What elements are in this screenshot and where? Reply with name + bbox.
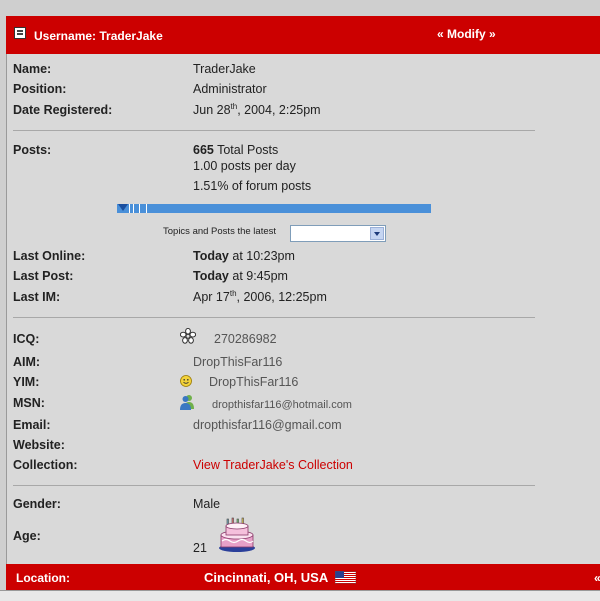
aim-row: AIM: DropThisFar116 bbox=[13, 355, 533, 373]
divider bbox=[13, 485, 535, 486]
bar-tick bbox=[129, 204, 130, 213]
collection-label: Collection: bbox=[13, 458, 78, 472]
gender-label: Gender: bbox=[13, 497, 61, 511]
position-value: Administrator bbox=[193, 82, 267, 96]
right-column bbox=[543, 54, 600, 564]
yim-row: YIM: DropThisFar116 bbox=[13, 375, 533, 393]
profile-header: Username: TraderJake « Modify » bbox=[6, 16, 600, 54]
divider bbox=[13, 317, 535, 318]
position-row: Position: Administrator bbox=[13, 82, 533, 100]
collection-row: Collection: View TraderJake's Collection bbox=[13, 458, 533, 476]
last-post-row: Last Post: Today at 9:45pm bbox=[13, 269, 533, 287]
bar-tick bbox=[133, 204, 134, 213]
top-strip bbox=[0, 0, 600, 16]
location-bar: Location: Cincinnati, OH, USA « bbox=[6, 564, 600, 590]
email-value[interactable]: dropthisfar116@gmail.com bbox=[193, 418, 342, 432]
msn-value: dropthisfar116@hotmail.com bbox=[212, 399, 352, 411]
bar-tick bbox=[146, 204, 147, 213]
yim-label: YIM: bbox=[13, 375, 40, 389]
aim-value: DropThisFar116 bbox=[193, 355, 283, 369]
posts-share-marker bbox=[118, 204, 128, 211]
bottom-strip bbox=[0, 590, 600, 601]
gender-row: Gender: Male bbox=[13, 497, 533, 515]
posts-per-day: 1.00 posts per day bbox=[193, 159, 296, 173]
icq-label: ICQ: bbox=[13, 332, 40, 346]
modify-link[interactable]: « Modify » bbox=[437, 27, 496, 41]
posts-label: Posts: bbox=[13, 143, 52, 157]
posts-total: 665 Total Posts bbox=[193, 143, 279, 157]
username-title: Username: TraderJake bbox=[34, 29, 163, 43]
last-post-label: Last Post: bbox=[13, 269, 74, 283]
last-im-label: Last IM: bbox=[13, 290, 61, 304]
email-label: Email: bbox=[13, 418, 51, 432]
posts-per-day-row: 1.00 posts per day bbox=[13, 159, 533, 177]
icq-value: 270286982 bbox=[214, 332, 277, 346]
bar-tick bbox=[139, 204, 140, 213]
website-row: Website: bbox=[13, 438, 533, 456]
divider bbox=[13, 130, 535, 131]
registered-value: Jun 28th, 2004, 2:25pm bbox=[193, 101, 321, 117]
topics-label: Topics and Posts the latest bbox=[163, 226, 277, 237]
last-im-row: Last IM: Apr 17th, 2006, 12:25pm bbox=[13, 288, 533, 308]
last-online-value: Today at 10:23pm bbox=[193, 249, 295, 263]
name-value: TraderJake bbox=[193, 62, 256, 76]
last-online-label: Last Online: bbox=[13, 249, 86, 263]
last-post-value: Today at 9:45pm bbox=[193, 269, 288, 283]
scroll-arrow[interactable]: « bbox=[594, 571, 600, 585]
registered-row: Date Registered: Jun 28th, 2004, 2:25pm bbox=[13, 101, 533, 121]
chevron-down-icon[interactable] bbox=[370, 227, 384, 240]
age-value: 21 bbox=[193, 541, 207, 555]
last-online-row: Last Online: Today at 10:23pm bbox=[13, 249, 533, 267]
location-label: Location: bbox=[16, 571, 70, 585]
msn-label: MSN: bbox=[13, 396, 45, 410]
position-label: Position: bbox=[13, 82, 67, 96]
registered-label: Date Registered: bbox=[13, 103, 113, 117]
topics-select[interactable] bbox=[290, 225, 386, 242]
last-im-value: Apr 17th, 2006, 12:25pm bbox=[193, 288, 327, 304]
us-flag-icon bbox=[335, 571, 356, 584]
collection-link[interactable]: View TraderJake's Collection bbox=[193, 458, 353, 472]
aim-label: AIM: bbox=[13, 355, 41, 369]
profile-card-icon bbox=[14, 27, 26, 39]
icq-row: ICQ: 270286982 bbox=[13, 332, 533, 350]
posts-share-bar bbox=[117, 204, 431, 213]
age-value-row: 21 bbox=[13, 541, 533, 559]
website-label: Website: bbox=[13, 438, 65, 452]
email-row: Email: dropthisfar116@gmail.com bbox=[13, 418, 533, 436]
name-row: Name: TraderJake bbox=[13, 62, 533, 80]
posts-percent: 1.51% of forum posts bbox=[193, 179, 312, 193]
msn-row: MSN: dropthisfar116@hotmail.com bbox=[13, 396, 533, 414]
location-value: Cincinnati, OH, USA bbox=[204, 570, 329, 585]
gender-value: Male bbox=[193, 497, 221, 511]
yim-value: DropThisFar116 bbox=[209, 375, 299, 389]
posts-percent-row: 1.51% of forum posts bbox=[13, 179, 533, 197]
name-label: Name: bbox=[13, 62, 52, 76]
